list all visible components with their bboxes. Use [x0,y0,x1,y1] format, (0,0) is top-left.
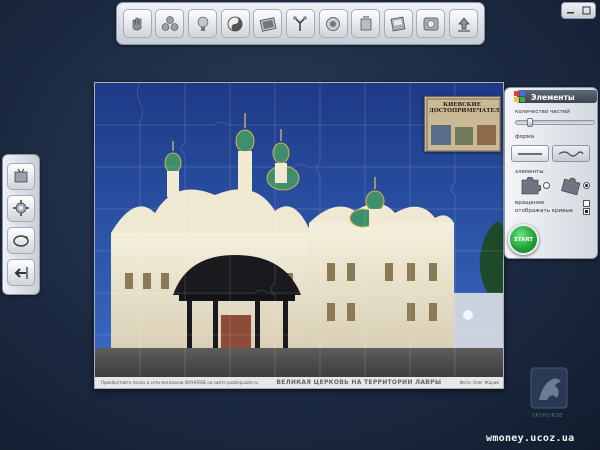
minimize-icon [566,12,574,14]
save-icon [390,16,406,31]
caption-bar: Приобретайте пазлы в сети магазинов SKYH… [95,377,503,388]
yin-yang-button[interactable] [220,9,250,38]
alt-piece-radio[interactable] [583,182,590,189]
group-pieces-icon [161,15,179,31]
exit-arrow-icon [14,266,28,279]
start-label: START [513,236,534,243]
pieces-slider-thumb[interactable] [527,118,534,127]
thumbnail-title: КИЕВСКИЕ ДОСТОПРИМЕЧАТЕЛЬНОСТИ [429,102,500,114]
hand-pieces-button[interactable] [122,9,152,38]
shape-curved-button[interactable] [552,145,590,162]
pieces-count-label: количество частей [515,109,570,115]
start-button[interactable]: START [508,224,539,255]
classic-piece-icon [521,177,541,195]
settings-icon [423,17,439,30]
photo-frame-icon [259,16,277,32]
rotate-icon [13,234,29,247]
logo-text: SKYHORSE [532,413,563,419]
curved-shape-icon [558,150,584,157]
left-toolbar [2,154,40,295]
gear-pieces-button[interactable] [7,194,35,222]
scatter-button[interactable] [285,9,315,38]
elements-label: элементы [515,169,544,175]
hand-pieces-icon [133,17,142,30]
puzzle-box-button[interactable] [7,162,35,190]
rotate-button[interactable] [7,227,35,255]
panel-title: Элементы [531,92,575,102]
puzzle-box-icon [14,168,28,183]
caption-credit: Фото: Олег Жарий [459,380,499,385]
fullscreen-button[interactable] [351,9,381,38]
caption-title: ВЕЛИКАЯ ЦЕРКОВЬ НА ТЕРРИТОРИИ ЛАВРЫ [276,379,442,386]
curves-label: отображать кривые [515,208,574,214]
site-watermark: wmoney.ucoz.ua [486,433,575,444]
upload-button[interactable] [449,9,479,38]
upload-icon [457,16,470,31]
curves-checkbox[interactable] [583,208,590,215]
group-pieces-button[interactable] [155,9,185,38]
close-button[interactable] [581,5,593,16]
gear-pieces-icon [13,200,29,217]
ghost-image-button[interactable] [318,9,348,38]
classic-piece-radio[interactable] [543,182,550,189]
yin-yang-icon [227,16,243,31]
caption-promo: Приобретайте пазлы в сети магазинов SKYH… [101,380,259,385]
alt-piece-icon [561,177,581,195]
save-button[interactable] [383,9,413,38]
rotation-label: вращение [515,200,545,206]
exit-button[interactable] [7,259,35,287]
scatter-pieces-icon [293,15,308,31]
ghost-image-icon [326,16,340,31]
close-icon [582,6,591,15]
straight-shape-icon [518,152,542,155]
panel-header: Элементы [513,90,575,104]
minimize-button[interactable] [564,5,576,16]
shape-label: форма [515,134,535,140]
fullscreen-icon [360,16,372,30]
top-toolbar [116,2,485,45]
lamp-hint-icon [197,16,208,31]
skyhorse-logo [530,367,568,409]
preview-thumbnail[interactable]: КИЕВСКИЕ ДОСТОПРИМЕЧАТЕЛЬНОСТИ [424,96,501,152]
puzzle-pieces-icon [514,91,525,102]
photo-button[interactable] [253,9,283,38]
hint-button[interactable] [188,9,218,38]
rotation-checkbox[interactable] [583,200,590,207]
shape-straight-button[interactable] [511,145,549,162]
settings-button[interactable] [416,9,446,38]
window-controls [561,2,596,19]
pieces-count-slider[interactable] [515,118,595,127]
